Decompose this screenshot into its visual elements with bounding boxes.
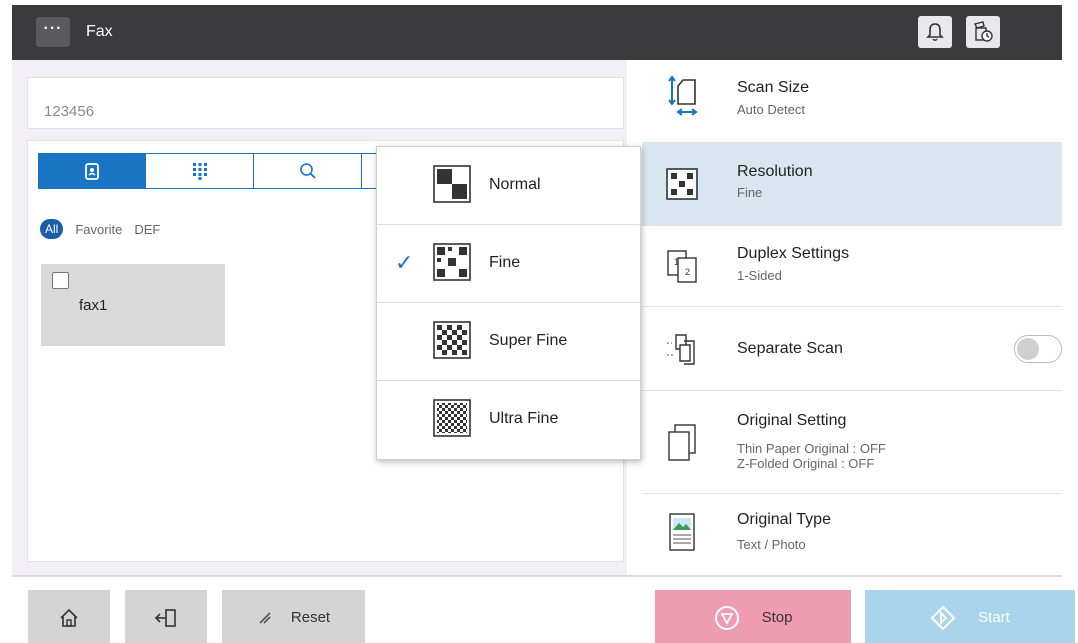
- menu-button[interactable]: ···: [36, 17, 70, 47]
- resolution-option-normal[interactable]: Normal: [377, 147, 640, 225]
- address-entry[interactable]: fax1: [41, 264, 225, 346]
- scan-size-icon: [662, 75, 702, 117]
- reset-label: Reset: [290, 609, 331, 626]
- stop-button[interactable]: Stop: [655, 590, 851, 643]
- logout-button[interactable]: [125, 590, 207, 643]
- option-label: Ultra Fine: [489, 410, 559, 427]
- filter-bar: All Favorite DEF: [40, 219, 160, 239]
- setting-original-type[interactable]: Original Type Text / Photo: [642, 494, 1062, 575]
- reset-icon: [259, 611, 271, 624]
- original-type-title: Original Type: [737, 511, 831, 528]
- separate-scan-toggle[interactable]: [1014, 335, 1062, 363]
- separate-scan-title: Separate Scan: [737, 340, 843, 357]
- option-label: Fine: [489, 254, 521, 271]
- resolution-value: Fine: [737, 185, 763, 200]
- svg-text:2: 2: [685, 267, 690, 277]
- start-label: Start: [978, 609, 1010, 626]
- fine-resolution-icon: [433, 243, 471, 281]
- resolution-option-super-fine[interactable]: Super Fine: [377, 303, 640, 381]
- duplex-title: Duplex Settings: [737, 245, 850, 262]
- original-setting-icon: [662, 423, 702, 463]
- address-book-icon: [85, 163, 99, 180]
- bell-icon[interactable]: [918, 16, 952, 48]
- resolution-icon: [662, 164, 702, 204]
- tab-keypad[interactable]: [146, 153, 254, 189]
- logout-icon: [154, 608, 176, 627]
- filter-all[interactable]: All: [40, 219, 64, 239]
- keypad-icon: [192, 163, 207, 180]
- option-label: Super Fine: [489, 332, 568, 349]
- setting-scan-size[interactable]: Scan Size Auto Detect: [642, 60, 1062, 143]
- stop-label: Stop: [761, 609, 793, 626]
- super-fine-resolution-icon: [433, 321, 471, 359]
- original-type-value: Text / Photo: [737, 537, 806, 552]
- duplex-icon: 1 2: [662, 246, 702, 286]
- entry-checkbox[interactable]: [52, 272, 69, 289]
- settings-panel: Scan Size Auto Detect Resolution Fine 1 …: [642, 60, 1062, 575]
- setting-resolution[interactable]: Resolution Fine: [642, 143, 1062, 226]
- resolution-option-fine[interactable]: ✓ Fine: [377, 225, 640, 303]
- checkmark-icon: ✓: [395, 250, 414, 275]
- scan-size-value: Auto Detect: [737, 102, 805, 117]
- normal-resolution-icon: [433, 165, 471, 203]
- app-title: Fax: [86, 23, 113, 40]
- home-icon: [60, 608, 78, 627]
- setting-duplex[interactable]: 1 2 Duplex Settings 1-Sided: [642, 226, 1062, 307]
- resolution-title: Resolution: [737, 163, 813, 180]
- bottom-bar: Reset Stop Start: [12, 575, 1075, 643]
- top-bar: ··· Fax: [12, 5, 1062, 60]
- thin-paper-value: Thin Paper Original : OFF: [737, 441, 886, 456]
- entry-label: fax1: [79, 297, 108, 314]
- scan-size-title: Scan Size: [737, 79, 810, 96]
- original-type-icon: [662, 512, 702, 552]
- filter-def[interactable]: DEF: [134, 222, 160, 237]
- original-setting-title: Original Setting: [737, 412, 847, 429]
- reset-button[interactable]: Reset: [222, 590, 365, 643]
- separate-scan-icon: [662, 329, 702, 369]
- z-folded-value: Z-Folded Original : OFF: [737, 456, 875, 471]
- fax-number-field[interactable]: [27, 77, 624, 129]
- job-status-icon[interactable]: [966, 16, 1000, 48]
- filter-favorite[interactable]: Favorite: [75, 222, 122, 237]
- tab-address-book[interactable]: [38, 153, 146, 189]
- home-button[interactable]: [28, 590, 110, 643]
- ultra-fine-resolution-icon: [433, 399, 471, 437]
- search-icon: [299, 163, 316, 179]
- resolution-option-ultra-fine[interactable]: Ultra Fine: [377, 381, 640, 459]
- start-button[interactable]: Start: [865, 590, 1075, 643]
- start-icon: [930, 605, 956, 630]
- resolution-dropdown: Normal ✓ Fine Super Fine Ultra Fine: [376, 146, 641, 460]
- tab-search[interactable]: [254, 153, 362, 189]
- duplex-value: 1-Sided: [737, 268, 782, 283]
- option-label: Normal: [489, 176, 541, 193]
- setting-separate-scan[interactable]: Separate Scan: [642, 307, 1062, 391]
- stop-icon: [714, 605, 739, 630]
- setting-original[interactable]: Original Setting Thin Paper Original : O…: [642, 391, 1062, 494]
